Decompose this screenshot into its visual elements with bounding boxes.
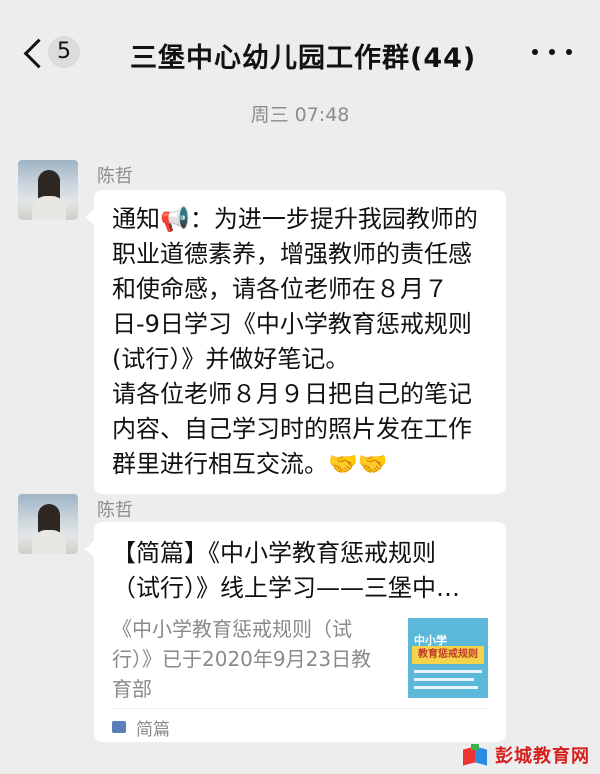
chat-title: 三堡中心幼儿园工作群(44): [130, 43, 477, 74]
watermark-text: 彭城教育网: [495, 746, 590, 767]
avatar-body: [32, 196, 66, 220]
jianpian-app-icon: [112, 721, 126, 733]
source-label: 简篇: [136, 719, 170, 740]
card-title: 【简篇】《中小学教育惩戒规则（试行）》线上学习——三堡中…: [112, 539, 460, 602]
message-text: 通知📢：为进一步提升我园教师的 职业道德素养，增强教师的责任感 和使命感，请各位…: [112, 205, 478, 478]
card-divider: [112, 708, 488, 709]
card-thumbnail: 中小学 教育惩戒规则: [408, 618, 488, 698]
unread-count-badge: 5: [48, 36, 80, 68]
more-options-button[interactable]: [532, 44, 572, 60]
site-watermark: 彭城教育网: [463, 742, 590, 768]
thumbnail-banner: 教育惩戒规则: [412, 646, 484, 664]
link-card-message[interactable]: 【简篇】《中小学教育惩戒规则（试行）》线上学习——三堡中… 《中小学教育惩戒规则…: [85, 522, 506, 742]
message-timestamp: 周三 07:48: [250, 104, 350, 126]
back-button[interactable]: 5: [18, 34, 82, 72]
card-source: 简篇: [112, 712, 170, 742]
book-logo-icon: [463, 744, 489, 766]
dot-icon: [549, 49, 555, 55]
text-message-bubble[interactable]: 通知📢：为进一步提升我园教师的 职业道德素养，增强教师的责任感 和使命感，请各位…: [85, 190, 506, 494]
thumbnail-line: [414, 670, 482, 673]
dot-icon: [566, 49, 572, 55]
dot-icon: [532, 49, 538, 55]
thumbnail-line: [414, 678, 474, 681]
card-description: 《中小学教育惩戒规则（试行）》已于2020年9月23日教育部: [112, 617, 372, 701]
top-bar: 5 三堡中心幼儿园工作群(44): [0, 0, 600, 100]
avatar[interactable]: [18, 494, 78, 554]
thumbnail-line: [414, 686, 478, 689]
sender-name: 陈哲: [97, 166, 133, 187]
avatar-body: [32, 530, 66, 554]
avatar[interactable]: [18, 160, 78, 220]
sender-name: 陈哲: [97, 500, 133, 521]
